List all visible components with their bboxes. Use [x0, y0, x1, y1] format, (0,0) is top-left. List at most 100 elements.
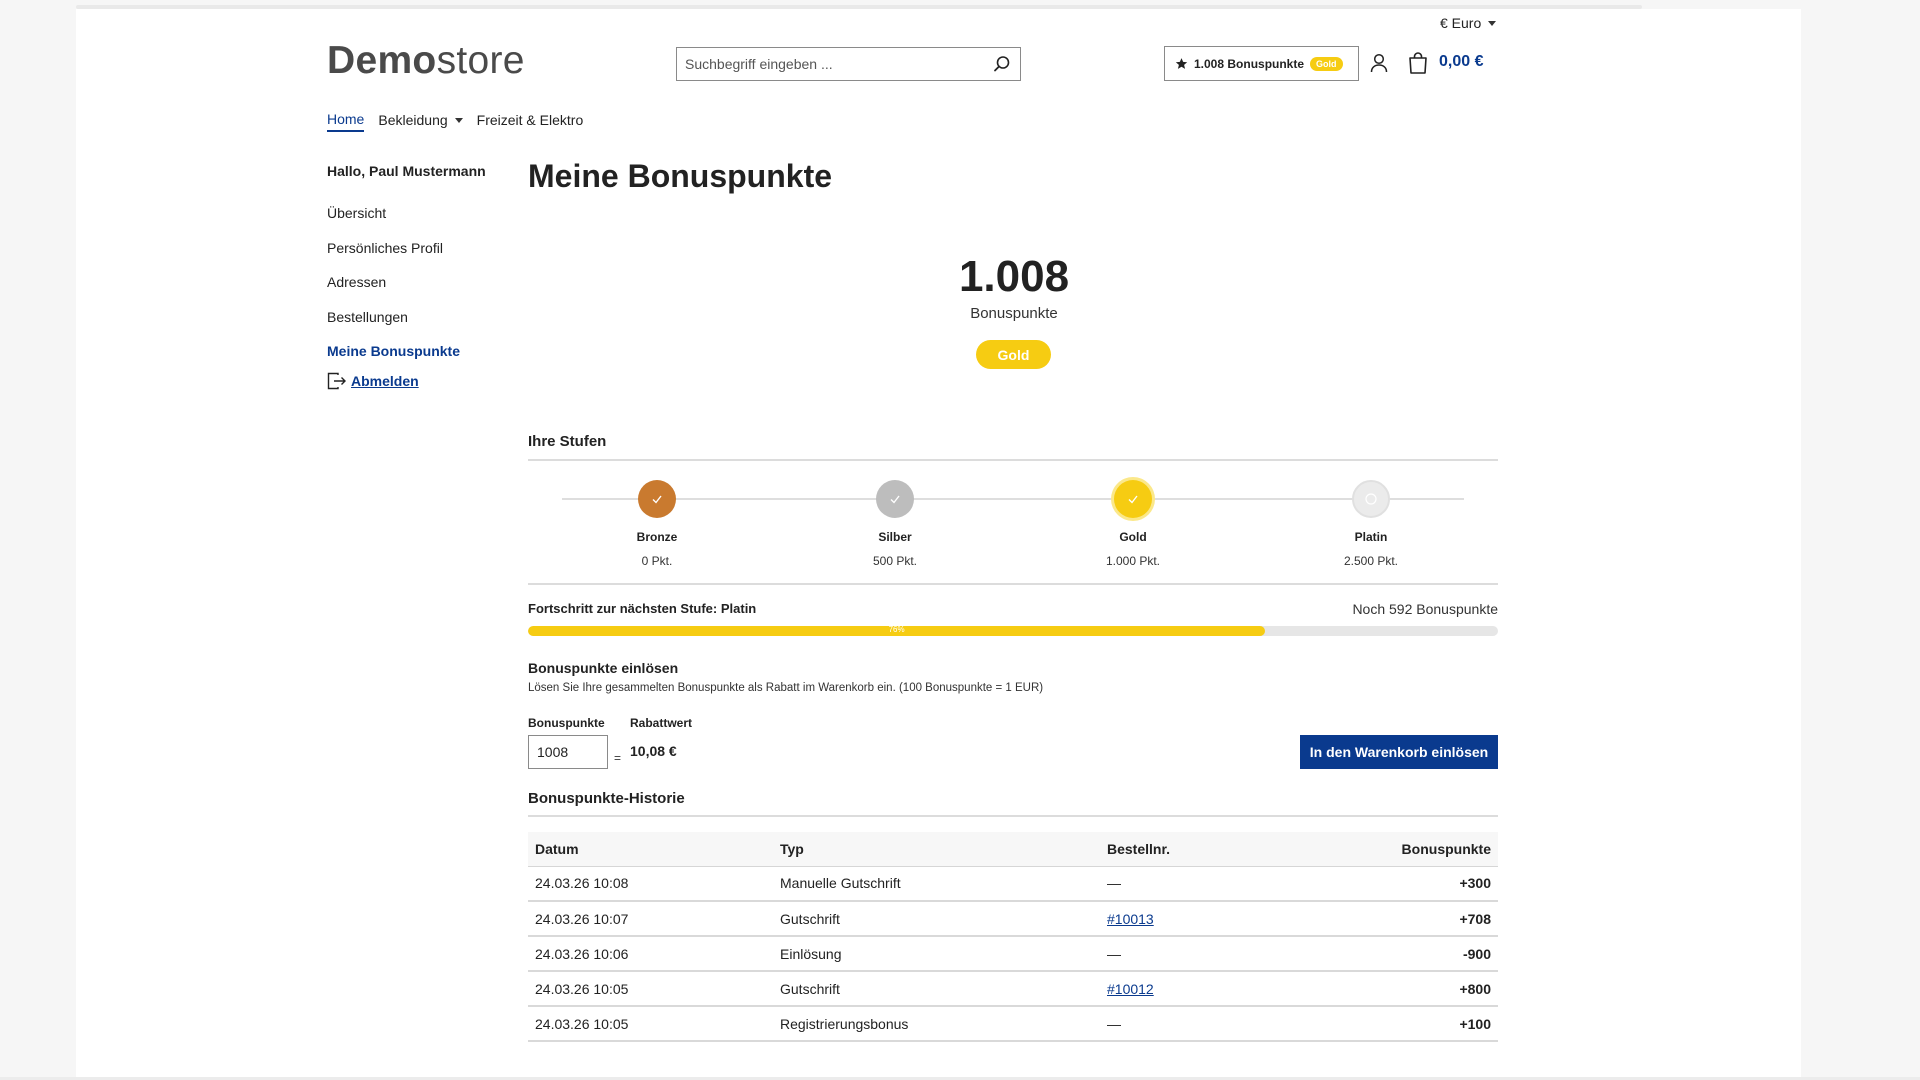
column-header-points: Bonuspunkte [1300, 832, 1498, 867]
cart-total[interactable]: 0,00 € [1439, 53, 1483, 71]
cell-points: +300 [1459, 875, 1491, 892]
cell-type: Manuelle Gutschrift [773, 866, 1100, 902]
star-icon [1175, 58, 1188, 69]
bonus-button-label: 1.008 Bonuspunkte [1194, 56, 1305, 71]
cell-points: -900 [1300, 936, 1498, 972]
cell-type: Gutschrift [780, 980, 840, 997]
cell-points: +100 [1459, 1015, 1491, 1032]
tier-points: 500 Pkt. [872, 554, 918, 568]
cell-points: +300 [1300, 866, 1498, 902]
progress-bar: 76% [528, 626, 1498, 636]
sidebar-item-adressen[interactable]: Adressen [327, 274, 460, 309]
currency-label: € Euro [1440, 15, 1482, 31]
redeem-description: Lösen Sie Ihre gesammelten Bonuspunkte a… [528, 682, 1044, 694]
cell-points: +708 [1300, 901, 1498, 937]
logout-row: Abmelden [327, 372, 419, 390]
order-link[interactable]: #10012 [1107, 981, 1154, 997]
search-input[interactable] [677, 48, 977, 80]
current-tier-badge: Gold [976, 340, 1051, 369]
cell-type: Gutschrift [773, 971, 1100, 1007]
column-header-type: Typ [773, 832, 1100, 867]
nav-item-home[interactable]: Home [327, 111, 365, 132]
table-row: 24.03.26 10:07 Gutschrift #10013 +708 [528, 901, 1498, 937]
cell-type: Gutschrift [773, 901, 1100, 937]
table-row: 24.03.26 10:05 Registrierungsbonus — +100 [528, 1006, 1498, 1042]
cart-icon[interactable] [1408, 52, 1428, 74]
sidebar-item-bestellungen[interactable]: Bestellungen [327, 309, 460, 344]
cell-date: 24.03.26 10:05 [528, 971, 773, 1007]
tier-points: 0 Pkt. [641, 554, 673, 568]
logout-icon[interactable] [327, 372, 347, 390]
divider [528, 459, 1498, 461]
cell-order: — [1100, 936, 1300, 972]
history-heading: Bonuspunkte-Historie [528, 790, 685, 807]
points-balance-label: Bonuspunkte [970, 305, 1058, 322]
sidebar-item-profil[interactable]: Persönliches Profil [327, 240, 460, 275]
tier-points: 1.000 Pkt. [1105, 554, 1161, 568]
cell-date: 24.03.26 10:05 [528, 1006, 773, 1042]
cell-points: +800 [1459, 980, 1491, 997]
cell-date: 24.03.26 10:08 [535, 875, 629, 892]
cell-order: — [1107, 945, 1121, 962]
cell-type: Registrierungsbonus [780, 1015, 909, 1032]
account-sidebar: Übersicht Persönliches Profil Adressen B… [327, 205, 460, 378]
cell-points: +708 [1459, 910, 1491, 927]
cell-date: 24.03.26 10:07 [535, 910, 629, 927]
tier-step-platin: Platin 2.500 Pkt. [1271, 480, 1471, 568]
cell-order: — [1107, 1015, 1121, 1032]
search-box [676, 47, 1021, 81]
currency-selector[interactable]: € Euro [1440, 15, 1497, 31]
redeem-discount-label: Rabattwert [630, 716, 693, 730]
logout-link[interactable]: Abmelden [351, 373, 419, 389]
cell-type: Registrierungsbonus [773, 1006, 1100, 1042]
progress-fill: 76% [528, 626, 1266, 636]
search-icon[interactable] [993, 55, 1011, 73]
tier-name: Bronze [636, 530, 678, 544]
cell-order: #10013 [1100, 901, 1300, 937]
divider [528, 583, 1498, 585]
redeem-to-cart-button[interactable]: In den Warenkorb einlösen [1300, 735, 1498, 769]
logo-bold-text: Demo [327, 39, 437, 82]
divider [528, 815, 1498, 817]
tier-step-silber: Silber 500 Pkt. [795, 480, 995, 568]
cell-points: -900 [1462, 945, 1491, 962]
nav-item-freizeit-elektro[interactable]: Freizeit & Elektro [477, 111, 584, 132]
tier-circle [876, 480, 914, 518]
tier-badge-small: Gold [1310, 56, 1343, 71]
user-icon[interactable] [1370, 53, 1388, 73]
redeem-discount-value: 10,08 € [630, 743, 677, 759]
sidebar-item-uebersicht[interactable]: Übersicht [327, 205, 460, 240]
bonus-points-button[interactable]: 1.008 Bonuspunkte Gold [1164, 46, 1359, 81]
nav-item-bekleidung[interactable]: Bekleidung [378, 111, 463, 132]
column-header-date: Datum [528, 832, 773, 867]
progress-remaining: Noch 592 Bonuspunkte [1352, 601, 1498, 617]
store-logo[interactable]: Demostore [327, 38, 525, 84]
cell-date: 24.03.26 10:06 [528, 936, 773, 972]
page-title: Meine Bonuspunkte [528, 158, 833, 194]
column-header-order: Bestellnr. [1100, 832, 1300, 867]
cell-type: Einlösung [773, 936, 1100, 972]
main-navigation: Home Bekleidung Freizeit & Elektro [327, 111, 583, 132]
cell-type: Manuelle Gutschrift [780, 875, 901, 892]
cell-points: +800 [1300, 971, 1498, 1007]
cell-date: 24.03.26 10:07 [528, 901, 773, 937]
check-icon [1128, 495, 1138, 504]
cell-order: — [1100, 1006, 1300, 1042]
redeem-heading: Bonuspunkte einlösen [528, 660, 679, 676]
tier-step-gold: Gold 1.000 Pkt. [1033, 480, 1233, 568]
table-header-row: Datum Typ Bestellnr. Bonuspunkte [528, 832, 1498, 867]
progress-percent: 76% [888, 626, 905, 634]
cell-date: 24.03.26 10:08 [528, 866, 773, 902]
tier-name: Silber [878, 530, 912, 544]
cell-date: 24.03.26 10:06 [535, 945, 629, 962]
table-row: 24.03.26 10:08 Manuelle Gutschrift — +300 [528, 866, 1498, 902]
check-icon [652, 495, 662, 504]
order-link[interactable]: #10013 [1107, 911, 1154, 927]
tier-circle [1352, 480, 1390, 518]
cell-date: 24.03.26 10:05 [535, 1015, 629, 1032]
chevron-down-icon [454, 117, 463, 123]
redeem-points-input[interactable] [528, 735, 608, 769]
account-greeting: Hallo, Paul Mustermann [327, 163, 486, 179]
cell-type: Gutschrift [780, 910, 840, 927]
tier-step-bronze: Bronze 0 Pkt. [557, 480, 757, 568]
